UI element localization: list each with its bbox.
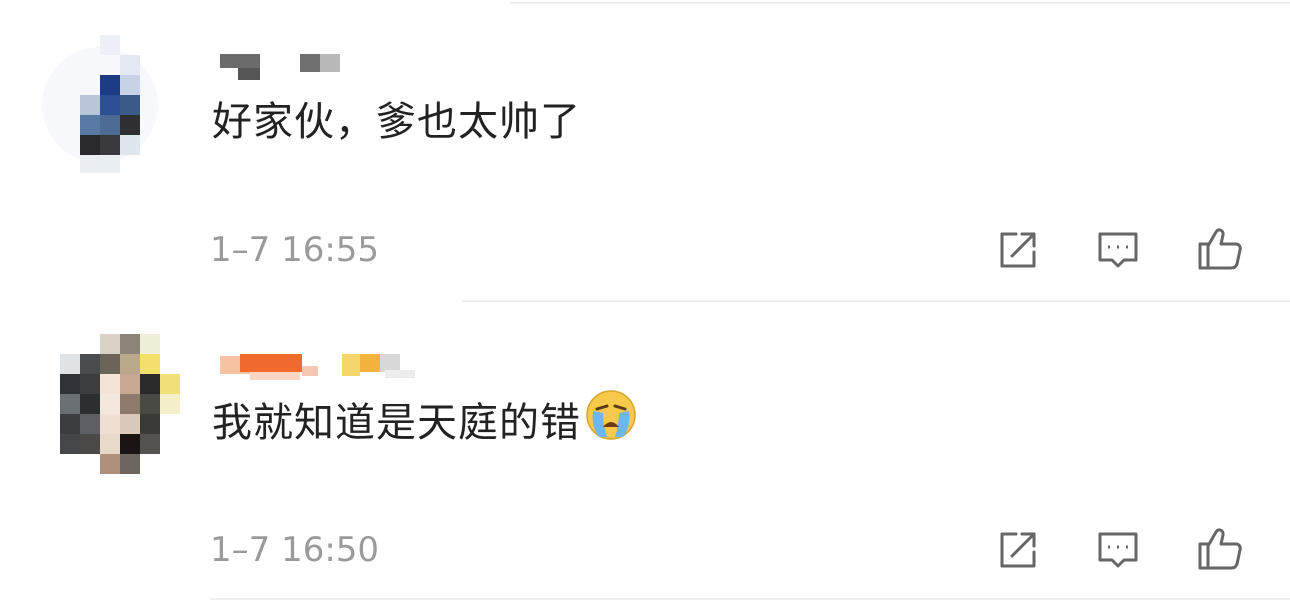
thumbs-up-icon xyxy=(1198,228,1242,270)
bottom-divider xyxy=(210,598,1290,600)
comment-text: 好家伙，爹也太帅了 xyxy=(212,97,581,147)
like-button[interactable] xyxy=(1192,520,1248,576)
timestamp: 1–7 16:55 xyxy=(210,230,380,270)
comment-text-content: 好家伙，爹也太帅了 xyxy=(212,99,581,145)
thumbs-up-icon xyxy=(1198,528,1242,570)
loudly-crying-face-icon xyxy=(585,389,637,453)
like-button[interactable] xyxy=(1192,220,1248,276)
comment-item: 我就知道是天庭的错 1–7 16:50 xyxy=(0,300,1290,600)
repost-button[interactable] xyxy=(990,522,1046,578)
comment-text-content: 我就知道是天庭的错 xyxy=(212,400,581,446)
comment-item: 好家伙，爹也太帅了 1–7 16:55 xyxy=(0,0,1290,300)
comment-icon xyxy=(1098,232,1138,268)
share-icon xyxy=(1000,532,1036,568)
timestamp: 1–7 16:50 xyxy=(210,530,380,570)
avatar[interactable] xyxy=(40,30,160,180)
reply-button[interactable] xyxy=(1090,222,1146,278)
username[interactable] xyxy=(210,352,430,382)
repost-button[interactable] xyxy=(990,222,1046,278)
username[interactable] xyxy=(210,52,350,82)
reply-button[interactable] xyxy=(1090,522,1146,578)
comment-text: 我就知道是天庭的错 xyxy=(212,390,637,453)
avatar[interactable] xyxy=(60,334,180,484)
comment-icon xyxy=(1098,532,1138,568)
share-icon xyxy=(1000,232,1036,268)
